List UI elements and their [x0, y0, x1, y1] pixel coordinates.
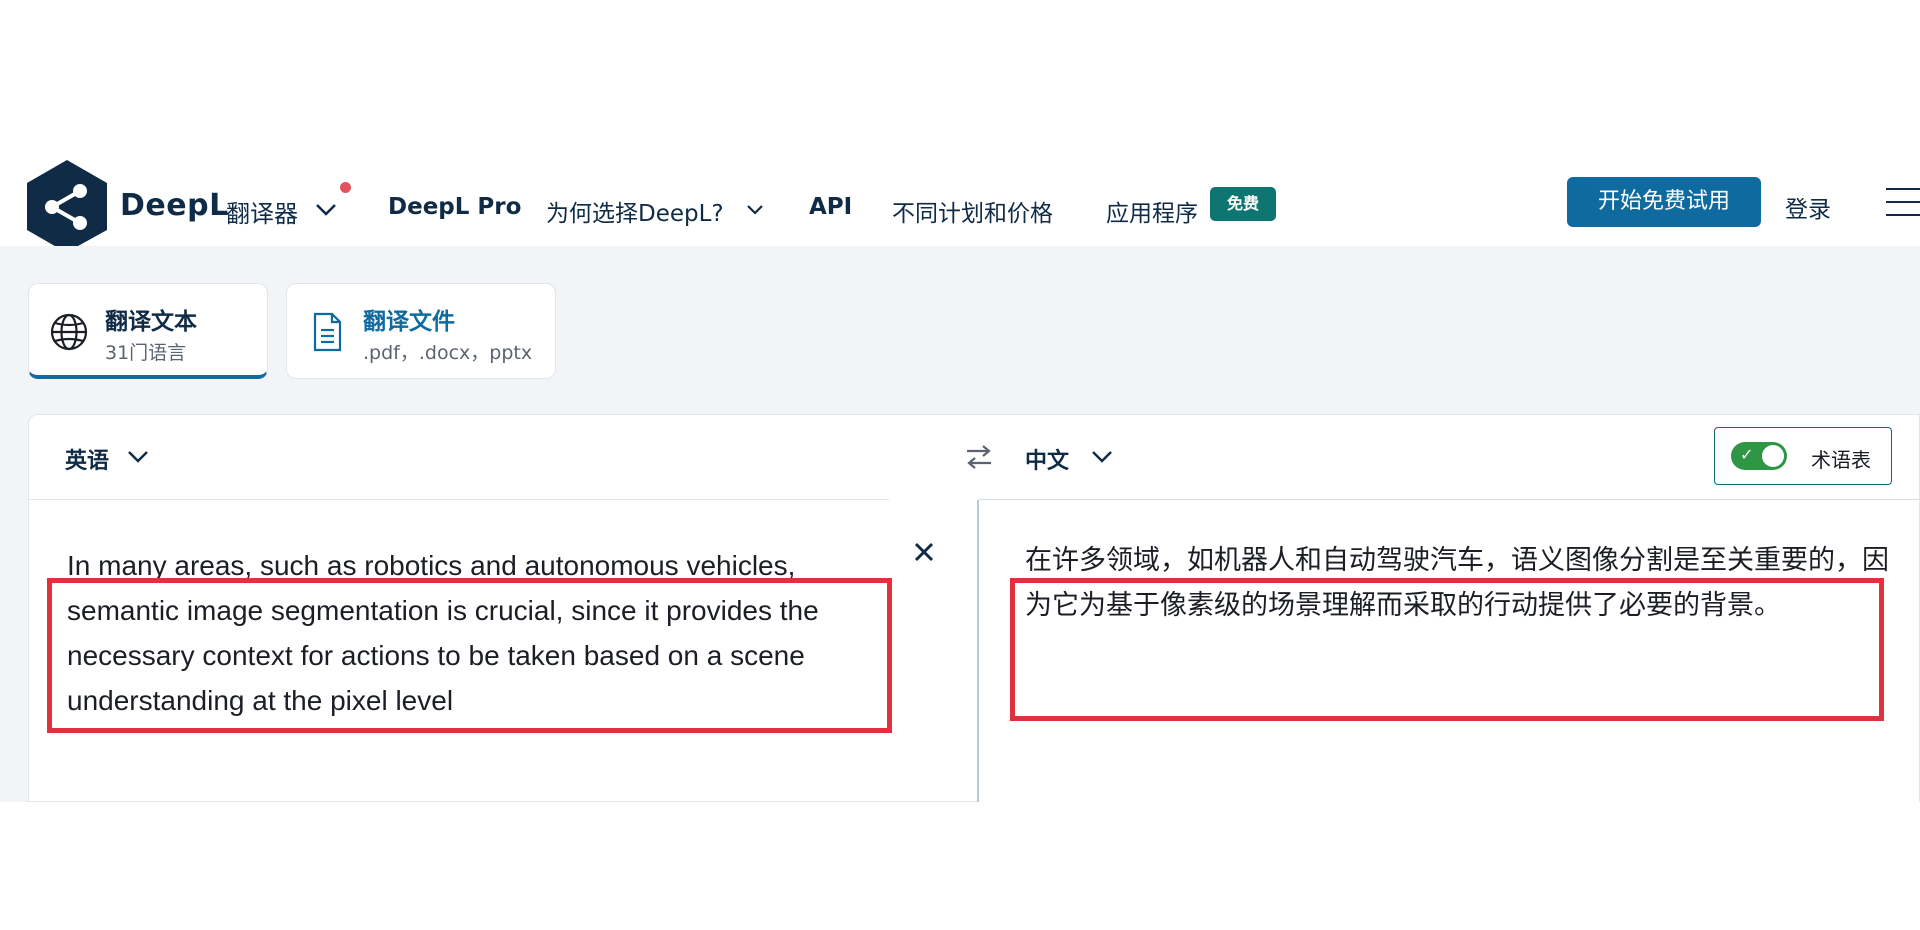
check-icon: ✓: [1740, 445, 1754, 464]
close-icon[interactable]: [909, 537, 939, 567]
language-bar: 英语 中文 ✓ 术语表: [29, 415, 1919, 499]
globe-icon: [47, 310, 91, 354]
nav-apps[interactable]: 应用程序: [1106, 194, 1198, 228]
login-link[interactable]: 登录: [1785, 190, 1831, 224]
tab-translate-text[interactable]: 翻译文本 31门语言: [28, 283, 268, 379]
nav-pricing[interactable]: 不同计划和价格: [892, 194, 1053, 228]
target-language-selector[interactable]: 中文: [1025, 443, 1069, 475]
notification-dot: [340, 182, 351, 193]
chevron-down-icon[interactable]: [744, 198, 766, 220]
chevron-down-icon[interactable]: [125, 443, 151, 469]
nav-api[interactable]: API: [809, 194, 852, 220]
hamburger-menu-icon[interactable]: [1886, 188, 1920, 218]
tab-title: 翻译文本: [105, 309, 197, 335]
source-language-selector[interactable]: 英语: [65, 443, 109, 475]
chevron-down-icon[interactable]: [1089, 443, 1115, 469]
document-icon: [305, 310, 349, 354]
brand-name[interactable]: DeepL: [120, 188, 229, 223]
source-highlight-box: [47, 578, 892, 733]
toggle-switch[interactable]: ✓: [1731, 442, 1787, 470]
product-menu-label[interactable]: 翻译器: [226, 194, 298, 229]
target-highlight-box: [1010, 578, 1884, 721]
glossary-toggle-button[interactable]: ✓ 术语表: [1714, 427, 1892, 485]
chevron-down-icon[interactable]: [313, 196, 339, 222]
tab-subtitle: .pdf，.docx，pptx: [363, 342, 533, 364]
glossary-label: 术语表: [1811, 448, 1871, 472]
tab-translate-files[interactable]: 翻译文件 .pdf，.docx，pptx: [286, 283, 556, 379]
tab-title: 翻译文件: [363, 309, 455, 335]
start-free-trial-button[interactable]: 开始免费试用: [1567, 177, 1761, 227]
free-badge: 免费: [1210, 187, 1276, 221]
nav-deepl-pro[interactable]: DeepL Pro: [388, 194, 521, 220]
swap-languages-icon[interactable]: [964, 443, 994, 471]
tab-subtitle: 31门语言: [105, 342, 187, 364]
top-navigation: DeepL 翻译器 DeepL Pro 为何选择DeepL? API 不同计划和…: [0, 160, 1920, 260]
nav-why-deepl[interactable]: 为何选择DeepL?: [546, 194, 724, 228]
